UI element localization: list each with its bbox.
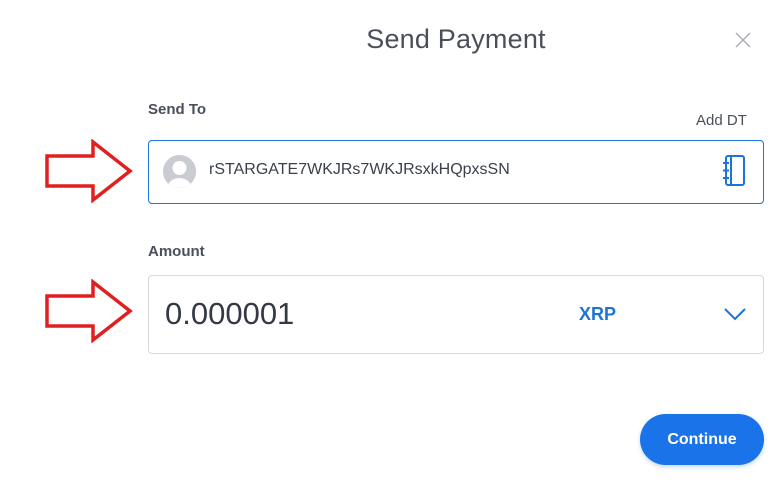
chevron-down-icon[interactable] [723, 306, 747, 322]
recipient-address: rSTARGATE7WKJRs7WKJRsxkHQpxsSN [209, 161, 510, 178]
close-icon[interactable] [733, 30, 753, 50]
amount-input[interactable] [165, 294, 465, 334]
address-book-icon[interactable] [721, 154, 749, 188]
annotation-arrow-icon [44, 278, 136, 348]
add-dt-link[interactable]: Add DT [696, 112, 747, 129]
currency-select[interactable]: XRP [579, 304, 616, 325]
continue-button[interactable]: Continue [640, 414, 764, 465]
amount-field: XRP [148, 275, 764, 354]
send-to-label: Send To [148, 101, 207, 118]
amount-label: Amount [148, 243, 205, 260]
send-payment-dialog: Send Payment Send To Add DT rSTARGATE7WK… [0, 0, 783, 491]
dialog-title: Send Payment [366, 24, 546, 54]
avatar [163, 155, 196, 188]
annotation-arrow-icon [44, 138, 136, 208]
recipient-field[interactable]: rSTARGATE7WKJRs7WKJRsxkHQpxsSN [148, 140, 764, 204]
